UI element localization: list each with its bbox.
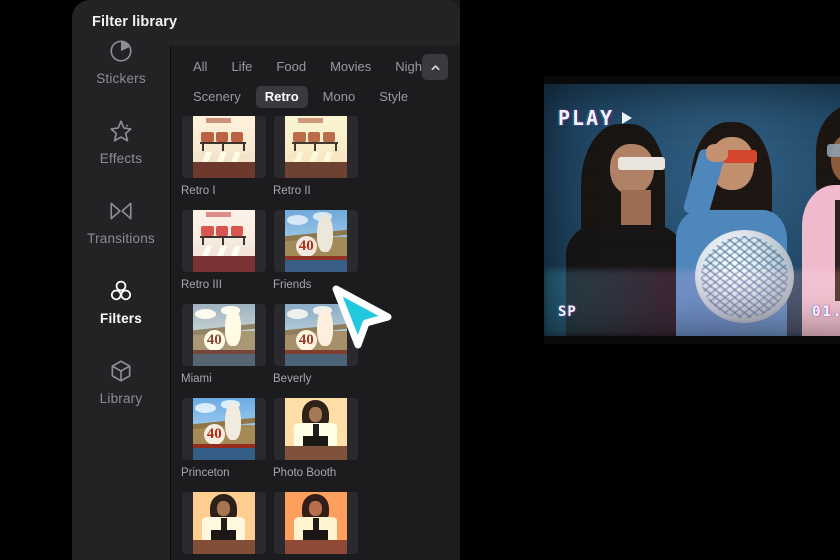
filter-item[interactable]: Photo Booth [270,398,361,479]
sidebar-item-transitions[interactable]: Transitions [72,182,170,262]
filter-item-label: Friends [273,279,312,291]
filter-thumbnail[interactable]: 40 [181,304,266,366]
filter-item-label: Retro II [273,185,311,197]
filter-tab-scenery[interactable]: Scenery [184,86,250,108]
filter-item[interactable]: Retro I [178,116,269,197]
filter-item[interactable]: 40 Princeton [178,398,269,479]
filter-tab-food[interactable]: Food [267,56,315,78]
filter-tab-row-1: All Life Food Movies Night [170,52,460,82]
filter-tab-retro[interactable]: Retro [255,85,308,109]
play-triangle-icon [622,112,633,124]
sidebar-item-label: Library [99,391,143,406]
filter-item-label: Miami [181,373,212,385]
sparkle-icon [108,118,134,144]
filter-thumbnail-art: 40 [284,304,347,366]
filter-tab-row-2: Scenery Retro Mono Style [170,82,460,112]
filter-tab-mono[interactable]: Mono [314,86,365,108]
sidebar-item-label: Stickers [96,71,146,86]
filters-icon [108,278,134,304]
filter-item[interactable]: 40 Friends [270,210,361,291]
sidebar-item-label: Effects [99,151,143,166]
filter-category-tabs: All Life Food Movies Night Scenery Retro… [170,52,460,112]
filter-item[interactable]: VHS II [270,492,361,560]
filter-item-label: Retro III [181,279,222,291]
transition-icon [108,198,134,224]
osd-play-indicator: PLAY [558,106,633,130]
filter-panel-header [170,0,460,46]
sidebar-item-library[interactable]: Library [72,342,170,422]
filter-thumbnail-art: 40 [284,210,347,272]
filter-thumbnail-art [192,492,255,554]
filter-item[interactable]: 40 Beverly [270,304,361,385]
sticker-icon [108,38,134,64]
filter-item[interactable]: Retro III [178,210,269,291]
filter-item[interactable]: VHS I [178,492,269,560]
filter-thumbnail-art [284,492,347,554]
cube-icon [108,358,134,384]
filter-thumbnail[interactable] [273,116,358,178]
sidebar-item-effects[interactable]: Effects [72,102,170,182]
filter-tab-life[interactable]: Life [222,56,261,78]
video-preview[interactable]: PLAY SP 01. 02. 1 [544,76,840,344]
filter-tab-all[interactable]: All [184,56,216,78]
filter-item-label: Photo Booth [273,467,337,479]
sidebar-item-filters[interactable]: Filters [72,262,170,342]
osd-play-label: PLAY [558,106,615,130]
filter-thumbnail-art [284,398,347,460]
video-canvas: PLAY SP 01. 02. 1 [544,84,840,336]
filter-thumbnail[interactable] [273,398,358,460]
sidebar-item-label: Transitions [87,231,155,246]
filter-grid: Retro I Retro II Retro III 40 Friends 40… [170,116,460,560]
filter-thumbnail[interactable]: 40 [273,304,358,366]
app-window: Stickers Effects Transitions Filters Lib… [72,0,840,560]
filter-item-label: Princeton [181,467,230,479]
filter-thumbnail-art [192,116,255,178]
filter-thumbnail-art [284,116,347,178]
filter-item[interactable]: 40 Miami [178,304,269,385]
filter-item-label: Beverly [273,373,312,385]
osd-timecode: 01. 02. 1 [812,304,840,320]
page-title: Filter library [92,14,178,30]
filter-thumbnail-art [192,210,255,272]
filter-tab-style[interactable]: Style [370,86,417,108]
sidebar-item-stickers[interactable]: Stickers [72,22,170,102]
filter-item[interactable]: Retro II [270,116,361,197]
filter-thumbnail[interactable]: 40 [273,210,358,272]
filter-tab-movies[interactable]: Movies [321,56,380,78]
filter-item-label: Retro I [181,185,216,197]
filter-thumbnail[interactable] [181,116,266,178]
filter-thumbnail-art: 40 [192,304,255,366]
filter-thumbnail[interactable] [181,210,266,272]
filter-thumbnail-art: 40 [192,398,255,460]
sidebar-item-label: Filters [100,311,142,326]
left-rail: Stickers Effects Transitions Filters Lib… [72,0,170,560]
filter-thumbnail[interactable] [273,492,358,554]
chevron-up-icon[interactable] [422,54,448,80]
filter-thumbnail[interactable]: 40 [181,398,266,460]
preview-area: PLAY SP 01. 02. 1 00:0300:0600:0 [460,0,840,560]
filter-thumbnail[interactable] [181,492,266,554]
screenshot-root: Stickers Effects Transitions Filters Lib… [0,0,840,560]
osd-speed-mode: SP [558,304,577,320]
